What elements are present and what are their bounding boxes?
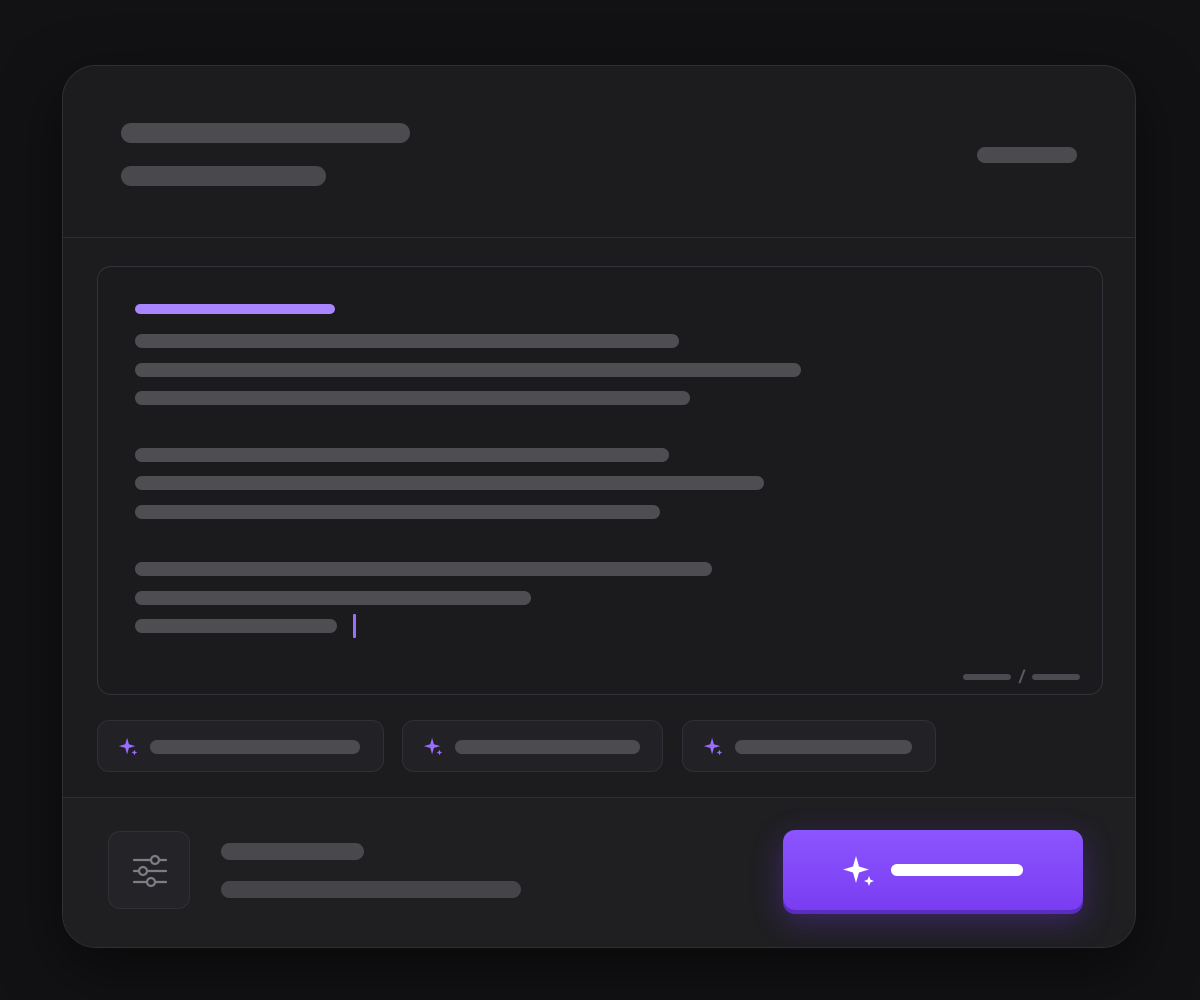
- footer-description: [221, 881, 521, 898]
- suggestion-chip[interactable]: [97, 720, 384, 772]
- sparkles-icon: [703, 737, 723, 756]
- page-title: [121, 123, 410, 143]
- sliders-icon: [132, 854, 168, 888]
- text-line: [135, 562, 712, 576]
- text-line: [135, 619, 337, 633]
- page-subtitle: [121, 166, 326, 186]
- text-editor[interactable]: /: [97, 266, 1103, 695]
- settings-button[interactable]: [108, 831, 190, 909]
- suggestion-chip[interactable]: [682, 720, 936, 772]
- generate-label: [891, 864, 1023, 876]
- card-header: [63, 66, 1135, 238]
- text-line: [135, 334, 679, 348]
- text-line: [135, 505, 660, 519]
- card-footer: [63, 797, 1135, 947]
- chip-label: [455, 740, 640, 754]
- text-line: [135, 363, 801, 377]
- chip-label: [150, 740, 360, 754]
- header-action-link[interactable]: [977, 147, 1077, 163]
- text-line: [135, 476, 764, 490]
- character-counter: /: [962, 667, 1080, 687]
- suggestion-chip[interactable]: [402, 720, 663, 772]
- sparkles-icon: [118, 737, 138, 756]
- chip-label: [735, 740, 912, 754]
- editor-heading: [135, 304, 335, 314]
- footer-title: [221, 843, 364, 860]
- text-line: [135, 591, 531, 605]
- generate-button[interactable]: [783, 830, 1083, 910]
- counter-separator: /: [1018, 667, 1024, 687]
- counter-max: [1032, 674, 1080, 680]
- composer-card: /: [62, 65, 1136, 948]
- sparkles-icon: [423, 737, 443, 756]
- text-line: [135, 448, 669, 462]
- sparkles-icon: [843, 856, 874, 886]
- text-line: [135, 391, 690, 405]
- counter-current: [962, 674, 1011, 680]
- text-caret: [353, 614, 356, 638]
